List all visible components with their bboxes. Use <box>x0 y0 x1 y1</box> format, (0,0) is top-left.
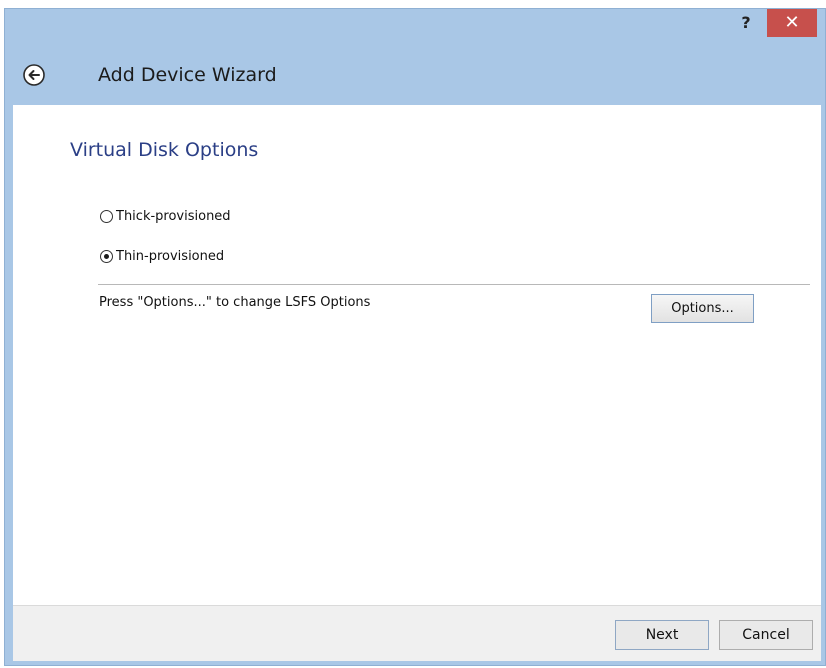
back-button[interactable] <box>22 63 46 87</box>
wizard-content: Virtual Disk Options Thick-provisioned T… <box>13 105 821 605</box>
title-bar: ? ✕ <box>5 9 825 41</box>
wizard-header: Add Device Wizard <box>5 49 825 99</box>
divider <box>98 284 810 285</box>
wizard-window: ? ✕ Add Device Wizard Virtual Disk Optio… <box>4 8 826 666</box>
thin-provisioned-radio[interactable] <box>100 250 113 263</box>
options-hint-text: Press "Options..." to change LSFS Option… <box>99 295 371 310</box>
thin-provisioned-option[interactable]: Thin-provisioned <box>100 249 224 264</box>
thin-provisioned-label: Thin-provisioned <box>116 249 225 264</box>
thick-provisioned-radio[interactable] <box>100 210 113 223</box>
next-button[interactable]: Next <box>615 620 709 650</box>
wizard-footer: Next Cancel <box>13 605 821 661</box>
page-title: Virtual Disk Options <box>70 139 259 161</box>
thick-provisioned-option[interactable]: Thick-provisioned <box>100 209 231 224</box>
help-button[interactable]: ? <box>731 10 761 36</box>
wizard-title: Add Device Wizard <box>98 64 277 86</box>
close-button[interactable]: ✕ <box>767 9 817 37</box>
cancel-button[interactable]: Cancel <box>719 620 813 650</box>
thick-provisioned-label: Thick-provisioned <box>116 209 231 224</box>
options-button[interactable]: Options... <box>651 294 754 323</box>
back-arrow-icon <box>23 64 45 86</box>
